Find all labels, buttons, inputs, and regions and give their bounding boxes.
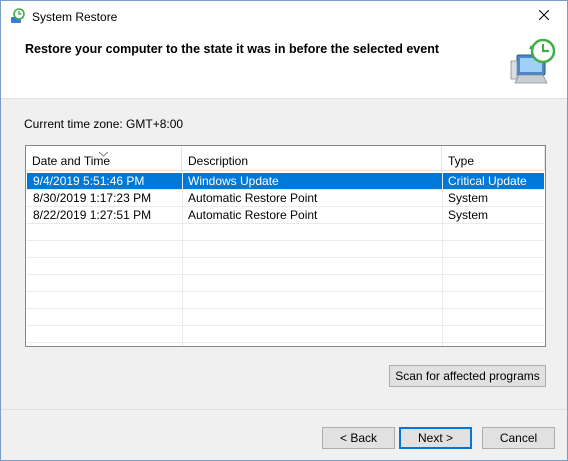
- row-date: 8/22/2019 1:27:51 PM: [33, 208, 152, 222]
- column-label: Description: [188, 154, 249, 168]
- row-date: 8/30/2019 1:17:23 PM: [33, 191, 152, 205]
- empty-row: [27, 275, 544, 292]
- empty-row: [27, 224, 544, 241]
- empty-row: [27, 326, 544, 343]
- row-date: 9/4/2019 5:51:46 PM: [33, 174, 145, 188]
- close-button[interactable]: [521, 1, 567, 31]
- column-header-description[interactable]: Description: [182, 146, 442, 171]
- row-description: Automatic Restore Point: [188, 191, 318, 205]
- column-header-date[interactable]: Date and Time: [26, 146, 182, 171]
- close-icon: [538, 9, 550, 23]
- restore-computer-icon: [509, 37, 559, 87]
- back-button[interactable]: < Back: [322, 427, 395, 449]
- row-description: Windows Update: [188, 174, 279, 188]
- column-label: Type: [448, 154, 475, 168]
- next-button[interactable]: Next >: [399, 427, 472, 449]
- row-description: Automatic Restore Point: [188, 208, 318, 222]
- empty-row: [27, 309, 544, 326]
- header-band: Restore your computer to the state it wa…: [1, 31, 567, 99]
- window-title: System Restore: [32, 10, 118, 24]
- system-restore-window: System Restore Restore your computer to …: [0, 0, 568, 461]
- list-header: Date and Time Description Type: [26, 146, 545, 171]
- table-row[interactable]: 8/22/2019 1:27:51 PM Automatic Restore P…: [27, 207, 544, 224]
- row-type: System: [448, 191, 489, 205]
- table-row[interactable]: 8/30/2019 1:17:23 PM Automatic Restore P…: [27, 190, 544, 207]
- column-divider: [182, 171, 183, 346]
- title-bar: System Restore: [1, 1, 567, 31]
- column-divider: [442, 171, 443, 346]
- table-row[interactable]: 9/4/2019 5:51:46 PM Windows Update Criti…: [27, 173, 544, 190]
- row-type: System: [448, 208, 489, 222]
- empty-row: [27, 258, 544, 275]
- timezone-label: Current time zone: GMT+8:00: [24, 117, 184, 131]
- cancel-button[interactable]: Cancel: [482, 427, 555, 449]
- empty-row: [27, 241, 544, 258]
- row-type: Critical Update: [448, 174, 527, 188]
- footer-divider: [1, 409, 567, 410]
- system-restore-icon: [10, 8, 26, 24]
- sort-descending-icon: [98, 146, 109, 160]
- column-header-type[interactable]: Type: [442, 146, 545, 171]
- restore-points-list[interactable]: Date and Time Description Type 9/4/2019 …: [25, 145, 546, 347]
- page-heading: Restore your computer to the state it wa…: [25, 42, 439, 56]
- scan-affected-programs-button[interactable]: Scan for affected programs: [389, 365, 546, 387]
- empty-row: [27, 292, 544, 309]
